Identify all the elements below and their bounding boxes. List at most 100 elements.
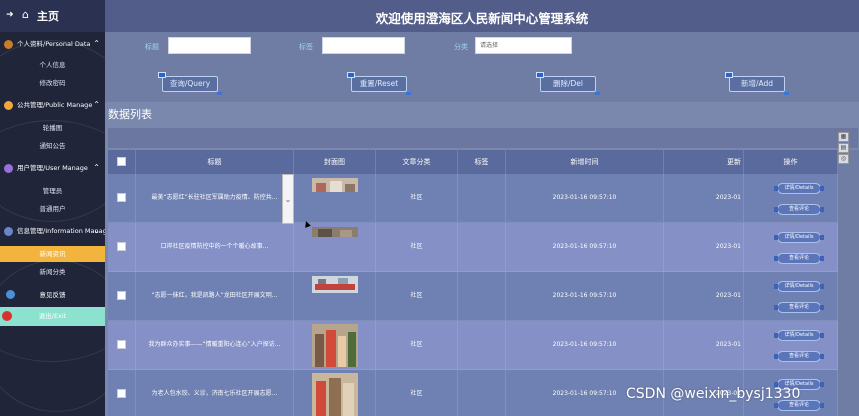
- print-icon[interactable]: ▤: [838, 143, 849, 153]
- sidebar-item-notice[interactable]: 通知公告: [0, 139, 105, 153]
- table-row[interactable]: 口岸社区疫情防控中的一个个暖心故事... 社区 2023-01-16 09:57…: [108, 223, 838, 272]
- search-panel: 标题 标签 分类 请选择 查询/Query 重置/Reset 删除/Del 新增…: [105, 32, 859, 102]
- sidebar-item-profile[interactable]: 个人信息: [0, 58, 105, 72]
- sidebar-item-news[interactable]: 新闻资讯: [0, 246, 105, 262]
- row-title: 我为群众办实事——“情暖重阳心连心”入户探访...: [136, 321, 294, 369]
- section-label: 公共管理/Public Manage: [17, 101, 93, 109]
- sidebar-item-normal-user[interactable]: 普通用户: [0, 202, 105, 216]
- row-tag: [458, 272, 506, 320]
- details-button[interactable]: 详情/Details: [774, 281, 824, 292]
- row-title: “志愿一抹红，我是凯路人”龙田社区开展文明...: [136, 272, 294, 320]
- sidebar-section-personal[interactable]: 个人资料/Personal Data ⌃: [0, 34, 105, 54]
- row-cover: [294, 321, 376, 369]
- row-category: 社区: [376, 272, 458, 320]
- sidebar-home-bar[interactable]: ➜ ⌂ 主页: [0, 0, 105, 32]
- sidebar: ➜ ⌂ 主页 个人资料/Personal Data ⌃ 个人信息 修改密码 公共管…: [0, 0, 105, 416]
- sidebar-item-password[interactable]: 修改密码: [0, 76, 105, 90]
- table-toolbar: [108, 128, 858, 148]
- row-updated: 2023-01: [664, 174, 744, 222]
- chevron-up-icon: ⌃: [93, 163, 100, 172]
- row-cover: [294, 272, 376, 320]
- details-button[interactable]: 详情/Details: [774, 232, 824, 243]
- add-button[interactable]: 新增/Add: [725, 72, 789, 95]
- row-updated: 2023-01: [664, 272, 744, 320]
- right-panel: [838, 150, 859, 416]
- details-button[interactable]: 详情/Details: [774, 183, 824, 194]
- sidebar-item-admin[interactable]: 管理员: [0, 184, 105, 198]
- table-row[interactable]: “志愿一抹红，我是凯路人”龙田社区开展文明... 社区 2023-01-16 0…: [108, 272, 838, 321]
- cover-image: [312, 373, 358, 416]
- row-actions: 详情/Details 查看评论: [744, 321, 838, 369]
- header-title: 标题: [136, 150, 294, 174]
- sidebar-section-info[interactable]: 信息管理/Information Manage ⌄: [0, 221, 105, 241]
- data-table: 标题 封面图 文章分类 标签 新增时间 更新 操作 最美“志愿红”长驻社区军属助…: [108, 150, 838, 416]
- row-checkbox-cell: [108, 223, 136, 271]
- tag-label: 标签: [299, 43, 313, 51]
- table-row[interactable]: 最美“志愿红”长驻社区军属助力疫情、防控共... 社区 2023-01-16 0…: [108, 174, 838, 223]
- sidebar-item-feedback[interactable]: 意见反馈: [0, 285, 105, 305]
- row-checkbox-cell: [108, 174, 136, 222]
- chevron-up-icon: ⌃: [93, 39, 100, 48]
- view-comments-button[interactable]: 查看评论: [774, 351, 824, 362]
- row-tag: [458, 174, 506, 222]
- watermark: CSDN @weixin_bysj1330: [626, 386, 801, 402]
- header-updated: 更新: [664, 150, 744, 174]
- delete-button[interactable]: 删除/Del: [536, 72, 600, 95]
- page-header: 欢迎使用澄海区人民新闻中心管理系统: [105, 0, 859, 32]
- row-created: 2023-01-16 09:57:10: [506, 272, 664, 320]
- row-checkbox[interactable]: [117, 340, 126, 349]
- row-checkbox[interactable]: [117, 193, 126, 202]
- select-all-checkbox[interactable]: [117, 157, 126, 166]
- row-actions: 详情/Details 查看评论: [744, 174, 838, 222]
- feedback-icon: [6, 290, 15, 299]
- home-label[interactable]: 主页: [37, 8, 59, 24]
- row-cover: [294, 370, 376, 416]
- view-comments-button[interactable]: 查看评论: [774, 253, 824, 264]
- header-created: 新增时间: [506, 150, 664, 174]
- details-button[interactable]: 详情/Details: [774, 330, 824, 341]
- row-checkbox[interactable]: [117, 389, 126, 398]
- table-row[interactable]: 我为群众办实事——“情暖重阳心连心”入户探访... 社区 2023-01-16 …: [108, 321, 838, 370]
- export-icon[interactable]: ◎: [838, 154, 849, 164]
- row-category: 社区: [376, 223, 458, 271]
- sidebar-section-public[interactable]: 公共管理/Public Manage ⌃: [0, 95, 105, 115]
- header-actions: 操作: [744, 150, 838, 174]
- collapse-icon[interactable]: ➜: [6, 10, 14, 20]
- grid-icon[interactable]: ▦: [838, 132, 849, 142]
- row-checkbox[interactable]: [117, 242, 126, 251]
- row-checkbox[interactable]: [117, 291, 126, 300]
- view-comments-button[interactable]: 查看评论: [774, 204, 824, 215]
- view-comments-button[interactable]: 查看评论: [774, 302, 824, 313]
- feedback-label: 意见反馈: [39, 291, 66, 299]
- reset-button[interactable]: 重置/Reset: [347, 72, 411, 95]
- sidebar-item-exit[interactable]: 退出/Exit: [0, 307, 105, 326]
- row-checkbox-cell: [108, 272, 136, 320]
- sidebar-item-news-category[interactable]: 新闻分类: [0, 265, 105, 279]
- header-category: 文章分类: [376, 150, 458, 174]
- row-created: 2023-01-16 09:57:10: [506, 321, 664, 369]
- row-title: 最美“志愿红”长驻社区军属助力疫情、防控共...: [136, 174, 294, 222]
- table-header: 标题 封面图 文章分类 标签 新增时间 更新 操作: [108, 150, 838, 174]
- decor-arc: [0, 260, 105, 412]
- home-icon: ⌂: [22, 8, 29, 21]
- title-label: 标题: [145, 43, 159, 51]
- row-checkbox-cell: [108, 370, 136, 416]
- row-updated: 2023-01: [664, 321, 744, 369]
- sidebar-section-user[interactable]: 用户管理/User Manage ⌃: [0, 158, 105, 178]
- sidebar-item-carousel[interactable]: 轮播图: [0, 121, 105, 135]
- row-title: 为老人包水饺、义诊，济南七乐社区开展志愿...: [136, 370, 294, 416]
- row-category: 社区: [376, 370, 458, 416]
- category-select[interactable]: 请选择: [475, 37, 572, 54]
- row-created: 2023-01-16 09:57:10: [506, 223, 664, 271]
- row-title: 口岸社区疫情防控中的一个个暖心故事...: [136, 223, 294, 271]
- cover-image: [312, 276, 358, 293]
- chevron-down-icon: ⌄: [284, 195, 292, 204]
- header-tag: 标签: [458, 150, 506, 174]
- row-cover: [294, 174, 376, 222]
- query-button[interactable]: 查询/Query: [158, 72, 222, 95]
- row-created: 2023-01-16 09:57:10: [506, 174, 664, 222]
- row-actions: 详情/Details 查看评论: [744, 272, 838, 320]
- title-input[interactable]: [168, 37, 251, 54]
- tag-input[interactable]: [322, 37, 405, 54]
- row-dropdown-toggle[interactable]: ⌄: [282, 174, 294, 224]
